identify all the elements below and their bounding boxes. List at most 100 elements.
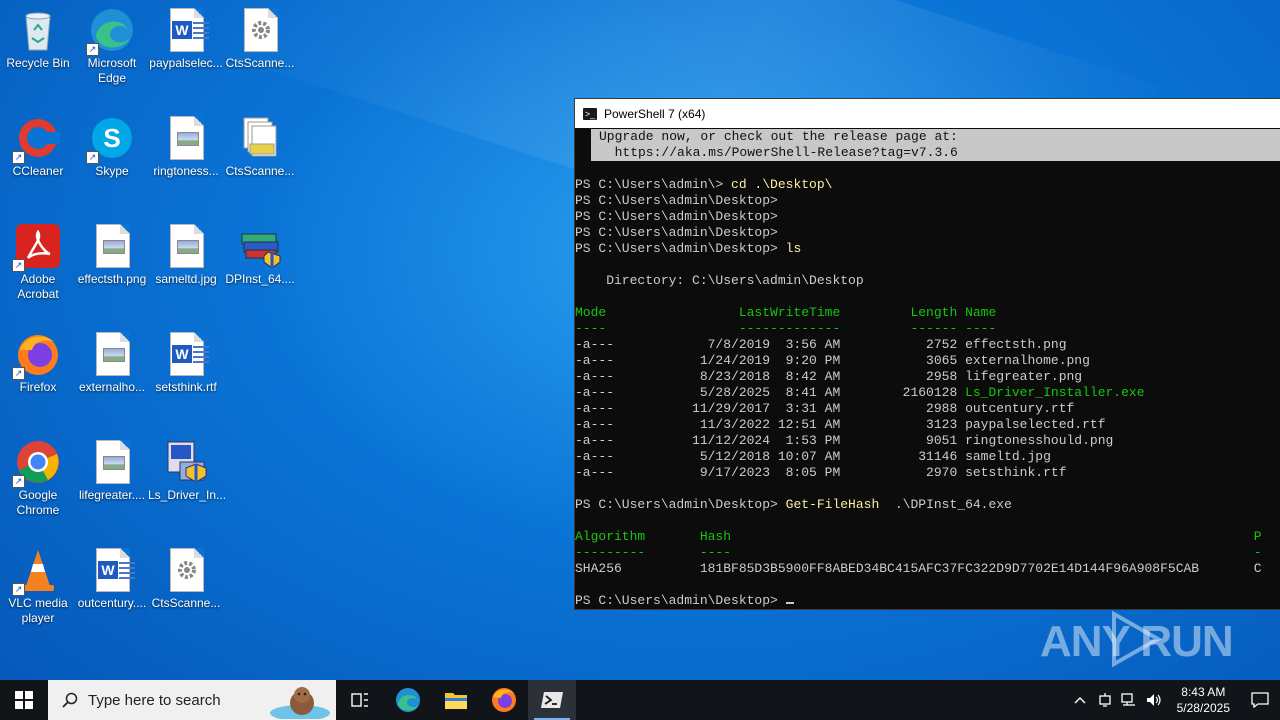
file-meta: -a--- 11/3/2022 12:51 AM 3123 bbox=[575, 417, 966, 432]
chevron-up-icon bbox=[1074, 697, 1086, 704]
desktop-icon-label: CCleaner bbox=[12, 164, 64, 178]
file-name: sameltd.jpg bbox=[965, 449, 1051, 464]
desktop-icon-lifegreater[interactable]: lifegreater.... bbox=[74, 432, 150, 503]
desktop-icon-setsthink[interactable]: W setsthink.rtf bbox=[148, 324, 224, 395]
vlc-cone-icon: ↗ bbox=[12, 546, 62, 596]
command: cd .\Desktop\ bbox=[731, 177, 833, 192]
notifications-button[interactable] bbox=[1240, 680, 1280, 720]
desktop-icon-ctsscanner-1[interactable]: CtsScanne... bbox=[222, 0, 298, 71]
desktop-icon-vlc[interactable]: ↗ VLC media player bbox=[0, 540, 76, 626]
network-icon bbox=[1120, 693, 1135, 706]
desktop-icon-outcentury[interactable]: W outcentury.... bbox=[74, 540, 150, 611]
taskbar-clock[interactable]: 8:43 AM 5/28/2025 bbox=[1177, 684, 1230, 716]
desktop-icon-effectsth[interactable]: effectsth.png bbox=[74, 216, 150, 287]
tray-device-button[interactable] bbox=[1093, 680, 1117, 720]
network-button[interactable] bbox=[1117, 680, 1141, 720]
desktop-icon-label: Ls_Driver_In... bbox=[148, 488, 227, 502]
desktop-icon-google-chrome[interactable]: ↗ Google Chrome bbox=[0, 432, 76, 518]
file-name: ringtonesshould.png bbox=[965, 433, 1114, 448]
clock-time: 8:43 AM bbox=[1181, 685, 1226, 699]
file-name: paypalselected.rtf bbox=[965, 417, 1106, 432]
shortcut-arrow-icon: ↗ bbox=[86, 43, 99, 56]
search-icon bbox=[62, 692, 78, 708]
desktop-icon-adobe-acrobat[interactable]: ↗ Adobe Acrobat bbox=[0, 216, 76, 302]
show-hidden-icons-button[interactable] bbox=[1067, 680, 1093, 720]
directory-line: Directory: C:\Users\admin\Desktop bbox=[575, 273, 864, 288]
file-name: lifegreater.png bbox=[965, 369, 1083, 384]
file-row: -a--- 5/28/2025 8:41 AM 2160128 Ls_Drive… bbox=[575, 385, 1145, 401]
window-titlebar[interactable]: >_ PowerShell 7 (x64) bbox=[575, 99, 1280, 128]
firefox-icon bbox=[492, 688, 516, 712]
desktop-icon-label: Firefox bbox=[19, 380, 57, 394]
start-button[interactable] bbox=[0, 680, 48, 720]
dpinst-installer-icon bbox=[236, 222, 284, 270]
desktop-icon-ctsscanner-3[interactable]: CtsScanne... bbox=[148, 540, 224, 611]
file-name-executable: Ls_Driver_Installer.exe bbox=[965, 385, 1145, 400]
file-meta: -a--- 11/12/2024 1:53 PM 9051 bbox=[575, 433, 966, 448]
file-meta: -a--- 8/23/2018 8:42 AM 2958 bbox=[575, 369, 966, 384]
windows-logo-icon bbox=[15, 691, 33, 709]
firefox-icon: ↗ bbox=[12, 330, 62, 380]
banner-line: https://aka.ms/PowerShell-Release?tag=v7… bbox=[599, 145, 958, 160]
taskbar-firefox-button[interactable] bbox=[480, 680, 528, 720]
desktop-icon-sameltd[interactable]: sameltd.jpg bbox=[148, 216, 224, 287]
device-icon bbox=[1098, 693, 1111, 707]
terminal-line: PS C:\Users\admin\Desktop> Get-FileHash … bbox=[575, 497, 1012, 513]
shortcut-arrow-icon: ↗ bbox=[12, 259, 25, 272]
desktop-icon-label: outcentury.... bbox=[77, 596, 147, 610]
window-title: PowerShell 7 (x64) bbox=[604, 106, 706, 121]
notification-icon bbox=[1251, 692, 1269, 708]
taskbar-file-explorer-button[interactable] bbox=[432, 680, 480, 720]
desktop-icon-label: effectsth.png bbox=[77, 272, 147, 286]
current-prompt[interactable]: PS C:\Users\admin\Desktop> bbox=[575, 593, 794, 608]
task-view-button[interactable] bbox=[336, 680, 384, 720]
file-meta: -a--- 7/8/2019 3:56 AM 2752 bbox=[575, 337, 966, 352]
desktop-icon-ringtonesshould[interactable]: ringtoness... bbox=[148, 108, 224, 179]
desktop-icon-ccleaner[interactable]: ↗ CCleaner bbox=[0, 108, 76, 179]
clock-date: 5/28/2025 bbox=[1176, 701, 1230, 715]
volume-button[interactable] bbox=[1141, 680, 1167, 720]
file-row: -a--- 7/8/2019 3:56 AM 2752 effectsth.pn… bbox=[575, 337, 1067, 353]
skype-icon: S ↗ bbox=[86, 114, 136, 164]
powershell-window[interactable]: >_ PowerShell 7 (x64) Upgrade now, or ch… bbox=[574, 98, 1280, 610]
taskbar-edge-button[interactable] bbox=[384, 680, 432, 720]
taskbar-powershell-button[interactable] bbox=[528, 680, 576, 720]
file-row: -a--- 11/12/2024 1:53 PM 9051 ringtoness… bbox=[575, 433, 1113, 449]
desktop-icon-skype[interactable]: S ↗ Skype bbox=[74, 108, 150, 179]
text-cursor bbox=[785, 602, 794, 604]
desktop-icon-recycle-bin[interactable]: Recycle Bin bbox=[0, 0, 76, 71]
settings-file-icon bbox=[236, 6, 284, 54]
file-name: effectsth.png bbox=[965, 337, 1067, 352]
shortcut-arrow-icon: ↗ bbox=[12, 367, 25, 380]
desktop-icon-externalhome[interactable]: externalho... bbox=[74, 324, 150, 395]
recycle-bin-icon bbox=[14, 6, 62, 54]
desktop-icon-ls-driver-installer[interactable]: Ls_Driver_In... bbox=[148, 432, 227, 503]
terminal-line: PS C:\Users\admin\Desktop> bbox=[575, 209, 786, 224]
table-header: Mode LastWriteTime Length Name bbox=[575, 305, 997, 320]
terminal-line: PS C:\Users\admin\> cd .\Desktop\ bbox=[575, 177, 832, 193]
image-file-icon bbox=[88, 438, 136, 486]
word-document-icon: W bbox=[88, 546, 136, 594]
file-row: -a--- 9/17/2023 8:05 PM 2970 setsthink.r… bbox=[575, 465, 1067, 481]
file-name: outcentury.rtf bbox=[965, 401, 1075, 416]
desktop-icon-paypalselected[interactable]: W paypalselec... bbox=[148, 0, 224, 71]
desktop-icon-label: Microsoft Edge bbox=[87, 56, 137, 85]
desktop-icon-label: paypalselec... bbox=[149, 56, 223, 70]
file-name: setsthink.rtf bbox=[965, 465, 1067, 480]
desktop-icon-firefox[interactable]: ↗ Firefox bbox=[0, 324, 76, 395]
search-highlight-otter-icon bbox=[270, 687, 330, 719]
edge-icon: ↗ bbox=[86, 6, 136, 56]
desktop-icon-label: setsthink.rtf bbox=[155, 380, 217, 394]
shortcut-arrow-icon: ↗ bbox=[86, 151, 99, 164]
desktop-icon-dpinst[interactable]: DPInst_64.... bbox=[222, 216, 298, 287]
settings-file-icon bbox=[162, 546, 210, 594]
desktop-icon-label: Skype bbox=[95, 164, 129, 178]
terminal-output[interactable]: Upgrade now, or check out the release pa… bbox=[575, 128, 1280, 608]
taskbar-search-box[interactable]: Type here to search bbox=[48, 680, 336, 720]
file-row: -a--- 11/3/2022 12:51 AM 3123 paypalsele… bbox=[575, 417, 1106, 433]
terminal-line: PS C:\Users\admin\Desktop> bbox=[575, 225, 786, 240]
desktop-icon-ctsscanner-2[interactable]: CtsScanne... bbox=[222, 108, 298, 179]
terminal-line: PS C:\Users\admin\Desktop> bbox=[575, 193, 786, 208]
chrome-icon: ↗ bbox=[12, 438, 62, 488]
desktop-icon-microsoft-edge[interactable]: ↗ Microsoft Edge bbox=[74, 0, 150, 86]
